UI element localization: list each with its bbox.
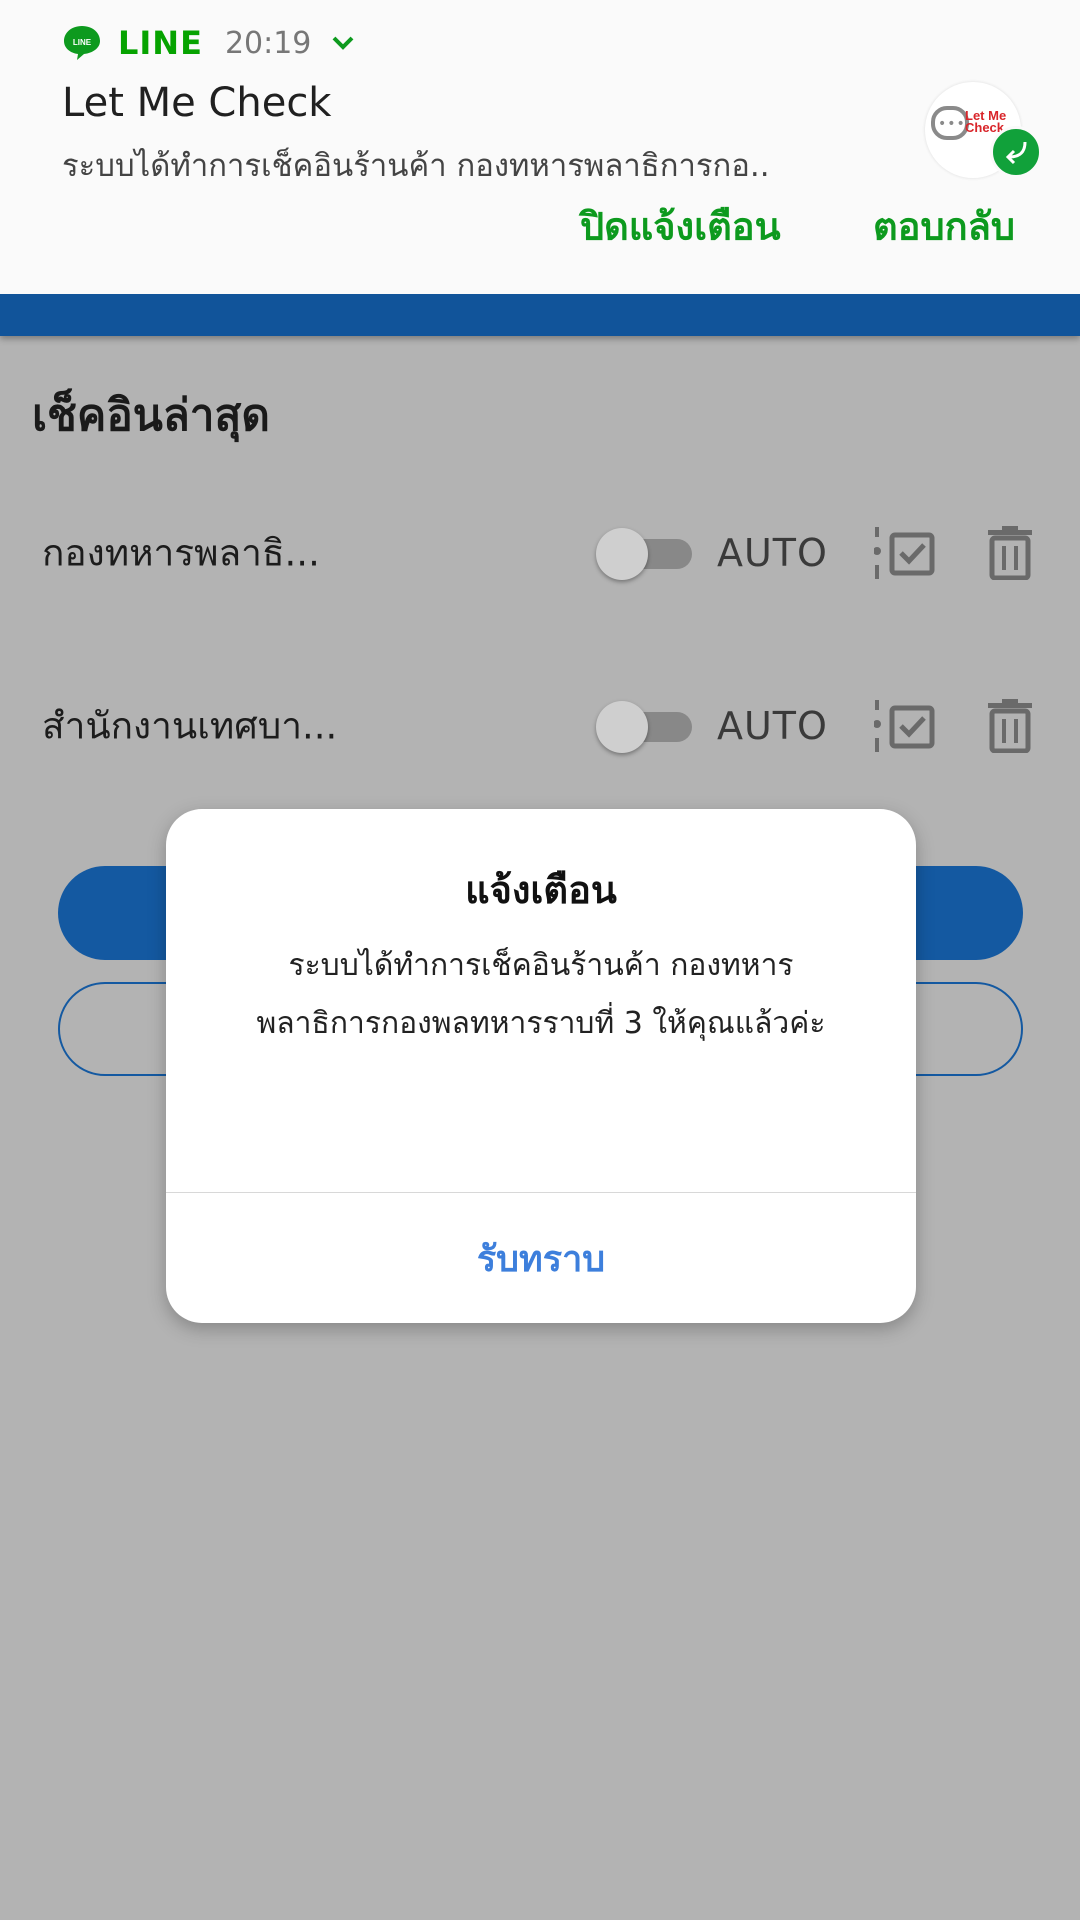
notification-time: 20:19 [224, 25, 312, 61]
dots-icon: ••• [938, 116, 966, 132]
line-logo-icon: LINE [62, 23, 102, 63]
reply-button[interactable]: ตอบกลับ [873, 196, 1015, 257]
store-name[interactable]: กองทหารพลาธิ... [42, 524, 320, 583]
svg-text:LINE: LINE [73, 38, 92, 47]
chevron-down-icon[interactable] [329, 29, 357, 57]
notification-app-name: LINE [118, 24, 203, 62]
alert-dialog: แจ้งเตือน ระบบได้ทำการเช็คอินร้านค้า กอง… [166, 809, 916, 1323]
toggle-thumb [596, 701, 648, 753]
auto-toggle[interactable] [596, 528, 696, 580]
list-item: สำนักงานเทศบา... AUTO [0, 681, 1080, 771]
notification-body: ระบบได้ทำการเช็คอินร้านค้า กองทหารพลาธิก… [62, 148, 770, 184]
toggle-thumb [596, 528, 648, 580]
screen: เช็คอินล่าสุด กองทหารพลาธิ... AUTO สำนัก… [0, 0, 1080, 1920]
section-title: เช็คอินล่าสุด [32, 390, 270, 441]
list-item: กองทหารพลาธิ... AUTO [0, 508, 1080, 598]
dialog-title: แจ้งเตือน [465, 868, 617, 912]
reply-arrow-icon [990, 126, 1042, 178]
dismiss-notification-button[interactable]: ปิดแจ้งเตือน [580, 196, 781, 257]
checklist-icon[interactable] [873, 525, 936, 581]
notification-header: LINE LINE 20:19 [62, 22, 357, 64]
auto-label: AUTO [717, 531, 828, 575]
trash-icon[interactable] [988, 699, 1032, 754]
store-name[interactable]: สำนักงานเทศบา... [42, 697, 337, 756]
notification[interactable]: LINE LINE 20:19 Let Me Check ระบบได้ทำกา… [0, 0, 1080, 294]
acknowledge-button[interactable]: รับทราบ [166, 1193, 916, 1323]
app-bar [0, 294, 1080, 336]
auto-label: AUTO [717, 704, 828, 748]
notification-title: Let Me Check [62, 80, 332, 126]
dialog-message: ระบบได้ทำการเช็คอินร้านค้า กองทหารพลาธิก… [256, 948, 826, 1041]
trash-icon[interactable] [988, 526, 1032, 581]
auto-toggle[interactable] [596, 701, 696, 753]
checklist-icon[interactable] [873, 698, 936, 754]
